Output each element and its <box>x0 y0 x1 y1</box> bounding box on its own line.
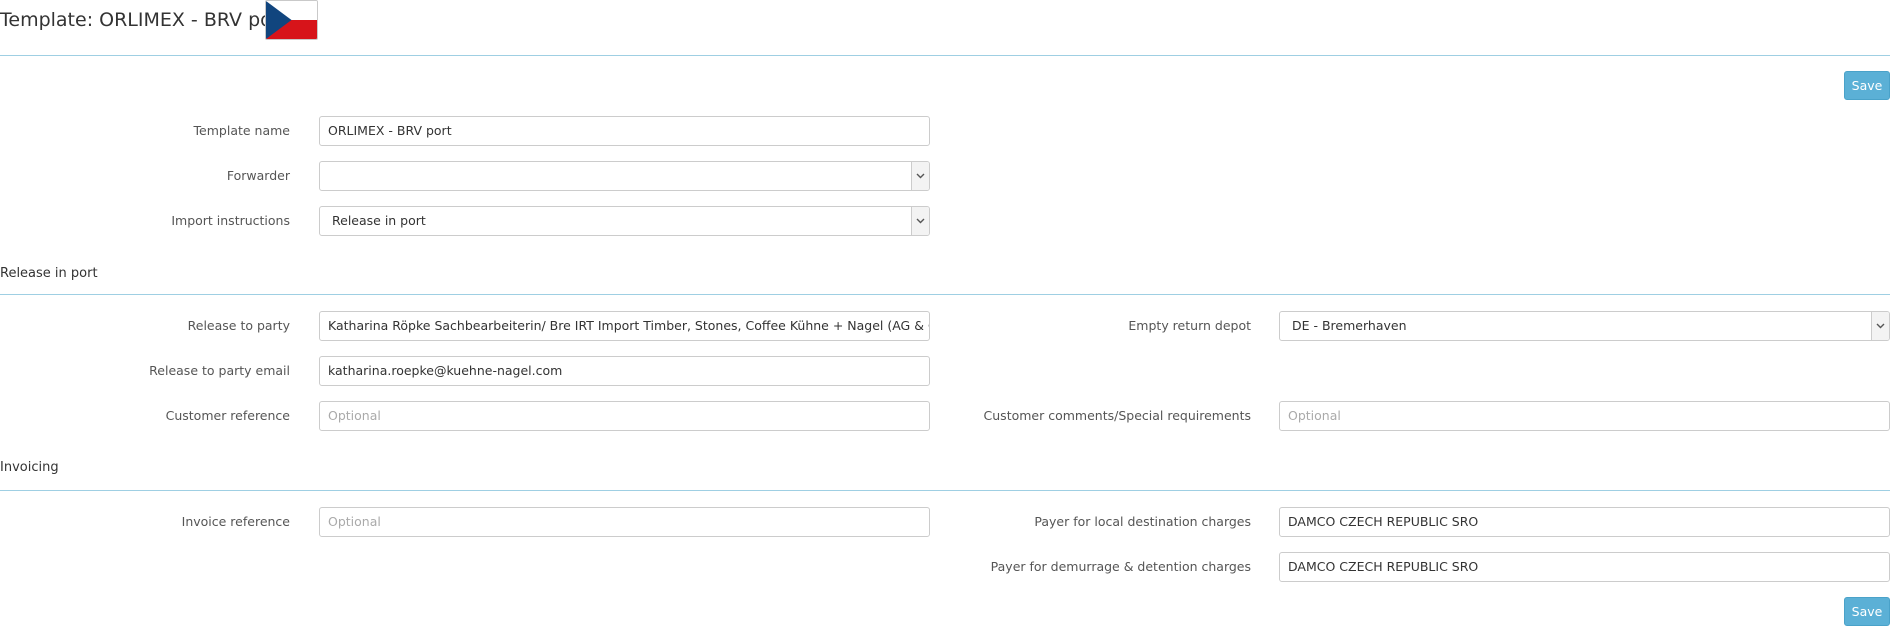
release-section-title: Release in port <box>0 266 98 281</box>
empty-return-depot-select[interactable]: DE - Bremerhaven <box>1279 311 1890 341</box>
payer-local-label: Payer for local destination charges <box>1034 514 1251 529</box>
empty-return-depot-value: DE - Bremerhaven <box>1292 318 1407 333</box>
release-to-party-email-input[interactable]: katharina.roepke@kuehne-nagel.com <box>319 356 930 386</box>
invoicing-section-divider <box>0 490 1890 491</box>
import-instructions-value: Release in port <box>332 213 426 228</box>
forwarder-label: Forwarder <box>226 168 290 183</box>
invoicing-section-title: Invoicing <box>0 460 59 475</box>
template-name-label: Template name <box>193 123 290 138</box>
forwarder-select[interactable] <box>319 161 930 191</box>
empty-return-depot-label: Empty return depot <box>1128 318 1251 333</box>
release-to-party-email-label: Release to party email <box>149 363 290 378</box>
save-button-top[interactable]: Save <box>1844 71 1890 100</box>
invoice-reference-input[interactable]: Optional <box>319 507 930 537</box>
czech-flag-icon <box>265 0 318 40</box>
payer-local-input[interactable]: DAMCO CZECH REPUBLIC SRO <box>1279 507 1890 537</box>
page-title: Template: ORLIMEX - BRV port <box>0 9 288 31</box>
customer-comments-label: Customer comments/Special requirements <box>983 408 1251 423</box>
payer-demurrage-input[interactable]: DAMCO CZECH REPUBLIC SRO <box>1279 552 1890 582</box>
release-to-party-label: Release to party <box>187 318 290 333</box>
chevron-down-icon[interactable] <box>1871 312 1889 340</box>
template-name-input[interactable]: ORLIMEX - BRV port <box>319 116 930 146</box>
header-divider <box>0 55 1890 56</box>
customer-reference-label: Customer reference <box>165 408 290 423</box>
release-section-divider <box>0 294 1890 295</box>
customer-comments-input[interactable]: Optional <box>1279 401 1890 431</box>
release-to-party-input[interactable]: Katharina Röpke Sachbearbeiterin/ Bre IR… <box>319 311 930 341</box>
invoice-reference-label: Invoice reference <box>181 514 290 529</box>
chevron-down-icon[interactable] <box>911 162 929 190</box>
payer-demurrage-label: Payer for demurrage & detention charges <box>990 559 1251 574</box>
save-button-bottom[interactable]: Save <box>1844 597 1890 626</box>
customer-reference-input[interactable]: Optional <box>319 401 930 431</box>
import-instructions-label: Import instructions <box>171 213 290 228</box>
import-instructions-select[interactable]: Release in port <box>319 206 930 236</box>
chevron-down-icon[interactable] <box>911 207 929 235</box>
